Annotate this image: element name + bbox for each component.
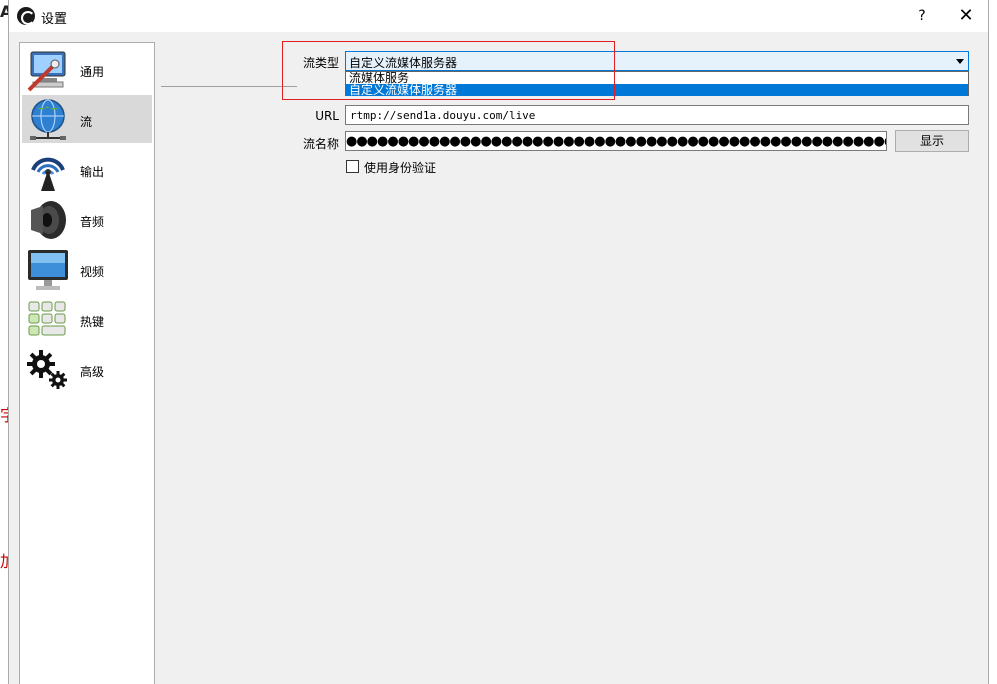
- show-key-button[interactable]: 显示: [895, 130, 969, 152]
- sidebar-item-label: 流: [80, 115, 93, 129]
- gears-icon: [27, 350, 67, 389]
- speaker-icon: [31, 201, 66, 239]
- stream-key-masked-value: ●●●●●●●●●●●●●●●●●●●●●●●●●●●●●●●●●●●●●●●●…: [346, 134, 886, 149]
- background-app-right-edge: [989, 0, 997, 684]
- display-monitor-icon: [28, 250, 68, 290]
- url-label: URL: [315, 109, 339, 123]
- sidebar-item-label: 视频: [80, 265, 105, 279]
- monitor-wrench-icon: [27, 51, 66, 92]
- section-divider: [161, 86, 297, 87]
- sidebar-item-output[interactable]: 输出: [22, 145, 152, 193]
- chevron-down-icon: [956, 59, 964, 64]
- url-value: rtmp://send1a.douyu.com/live: [350, 109, 536, 122]
- sidebar-item-label: 音频: [80, 215, 105, 229]
- use-auth-label: 使用身份验证: [364, 161, 437, 175]
- sidebar-item-label: 输出: [80, 165, 105, 179]
- stream-key-label: 流名称: [302, 137, 339, 151]
- sidebar-item-video[interactable]: 视频: [22, 245, 152, 293]
- background-app-left-edge: A 字 加: [0, 0, 16, 684]
- settings-sidebar: 通用 流 输出 音频 视频 热键 高级: [19, 42, 155, 684]
- window-title: 设置: [41, 12, 68, 27]
- sidebar-item-stream[interactable]: 流: [22, 95, 152, 143]
- sidebar-item-general[interactable]: 通用: [22, 45, 152, 93]
- annotation-highlight-box: [282, 41, 615, 100]
- close-button[interactable]: ✕: [949, 4, 983, 28]
- keyboard-keys-icon: [28, 301, 66, 336]
- sidebar-item-label: 高级: [80, 365, 105, 379]
- stream-key-input[interactable]: ●●●●●●●●●●●●●●●●●●●●●●●●●●●●●●●●●●●●●●●●…: [345, 131, 887, 151]
- sidebar-item-audio[interactable]: 音频: [22, 195, 152, 243]
- sidebar-item-label: 热键: [80, 315, 105, 329]
- help-button[interactable]: ?: [907, 4, 937, 28]
- obs-logo-icon: [17, 7, 35, 25]
- sidebar-item-label: 通用: [80, 65, 105, 79]
- stream-settings-panel: 流类型 自定义流媒体服务器 流媒体服务 自定义流媒体服务器 URL rtmp:/…: [155, 32, 988, 684]
- use-auth-checkbox[interactable]: [346, 160, 359, 173]
- globe-network-icon: [30, 99, 66, 140]
- sidebar-item-hotkeys[interactable]: 热键: [22, 295, 152, 343]
- sidebar-item-advanced[interactable]: 高级: [22, 345, 152, 393]
- broadcast-antenna-icon: [31, 157, 65, 191]
- title-bar: 设置 ? ✕: [9, 0, 988, 32]
- url-input[interactable]: rtmp://send1a.douyu.com/live: [345, 105, 969, 125]
- settings-window: 设置 ? ✕ 通用 流 输出 音频 视频 热键 高级 流类型 自定义流媒体服务器…: [8, 0, 989, 684]
